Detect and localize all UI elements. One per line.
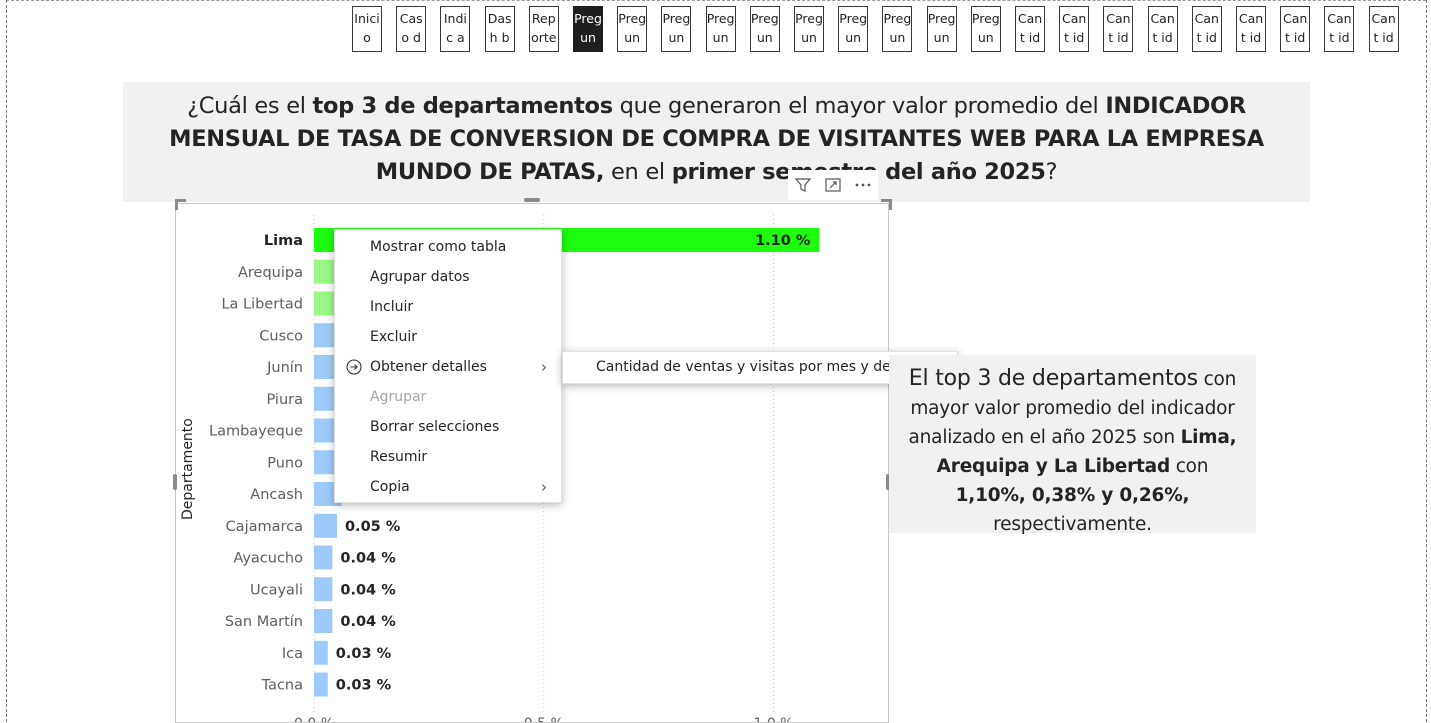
context-menu-item-label: Incluir [370,299,414,315]
category-label: Puno [267,455,303,471]
data-label: 0.04 % [340,582,396,598]
chevron-right-icon: › [541,358,547,376]
category-label: Cajamarca [226,519,303,535]
data-label: 0.03 % [336,678,392,694]
context-menu-item-label: Borrar selecciones [370,419,500,435]
context-menu-item-5[interactable]: Obtener detalles › [335,352,561,382]
answer-textbox: El top 3 de departamentos con mayor valo… [889,355,1256,535]
bar-san-mart-n[interactable] [314,609,333,633]
category-label: Piura [267,392,304,408]
category-label: Ayacucho [233,551,303,567]
x-tick-label: 0.5 % [524,716,564,722]
context-menu-item-8[interactable]: Resumir [335,442,561,472]
category-label: Lima [264,233,303,249]
context-menu-item-label: Agrupar [370,389,427,405]
bar-tacna[interactable] [314,672,328,697]
answer-text-2: con [1170,456,1209,477]
answer-hidden-prefix: El [908,366,936,391]
bar-ucayali[interactable] [314,577,333,602]
data-label: 1.10 % [755,233,811,249]
context-menu-item-3[interactable]: Incluir [335,292,561,322]
arrow-circle-right-icon [346,359,362,375]
category-label: Ancash [250,487,303,503]
context-menu-item-label: Obtener detalles [370,359,487,375]
context-menu-item-4[interactable]: Excluir [335,322,561,352]
context-menu-item-1[interactable]: Mostrar como tabla [335,232,561,262]
answer-bold-2: 1,10%, 0,38% y 0,26%, [955,485,1190,506]
context-menu-item-2[interactable]: Agrupar datos [335,262,561,292]
context-menu: Mostrar como tabla Agrupar datos Incluir Ex… [334,229,562,503]
category-label: Ucayali [250,582,303,598]
context-menu-item-label: Agrupar datos [370,269,470,285]
bar-ica[interactable] [314,640,328,665]
category-label: La Libertad [221,297,303,313]
category-label: Cusco [259,328,303,344]
data-label: 0.04 % [340,614,396,630]
context-menu-item-6: Agrupar [335,382,561,412]
category-label: Tacna [261,678,303,694]
context-menu-item-label: Copia [370,479,410,495]
category-label: Arequipa [238,265,303,281]
category-label: San Martín [225,614,303,630]
context-menu-item-label: Mostrar como tabla [370,239,507,255]
data-label: 0.04 % [340,551,396,567]
category-label: Lambayeque [209,424,303,440]
x-tick-label: 0.0 % [294,716,334,722]
answer-text-3: respectivamente. [993,514,1152,535]
bar-ayacucho[interactable] [314,545,333,570]
chevron-right-icon: › [541,478,547,496]
data-label: 0.05 % [345,519,401,535]
context-menu-item-label: Excluir [370,329,417,345]
bar-cajamarca[interactable] [314,513,337,538]
context-menu-item-7[interactable]: Borrar selecciones [335,412,561,442]
context-menu-item-label: Resumir [370,449,428,465]
data-label: 0.03 % [336,646,392,662]
context-menu-item-9[interactable]: Copia › [335,472,561,502]
category-label: Junín [266,360,303,376]
x-tick-label: 1.0 % [753,716,793,722]
category-label: Ica [282,646,303,662]
answer-big-text: top 3 de departamentos [935,366,1198,391]
